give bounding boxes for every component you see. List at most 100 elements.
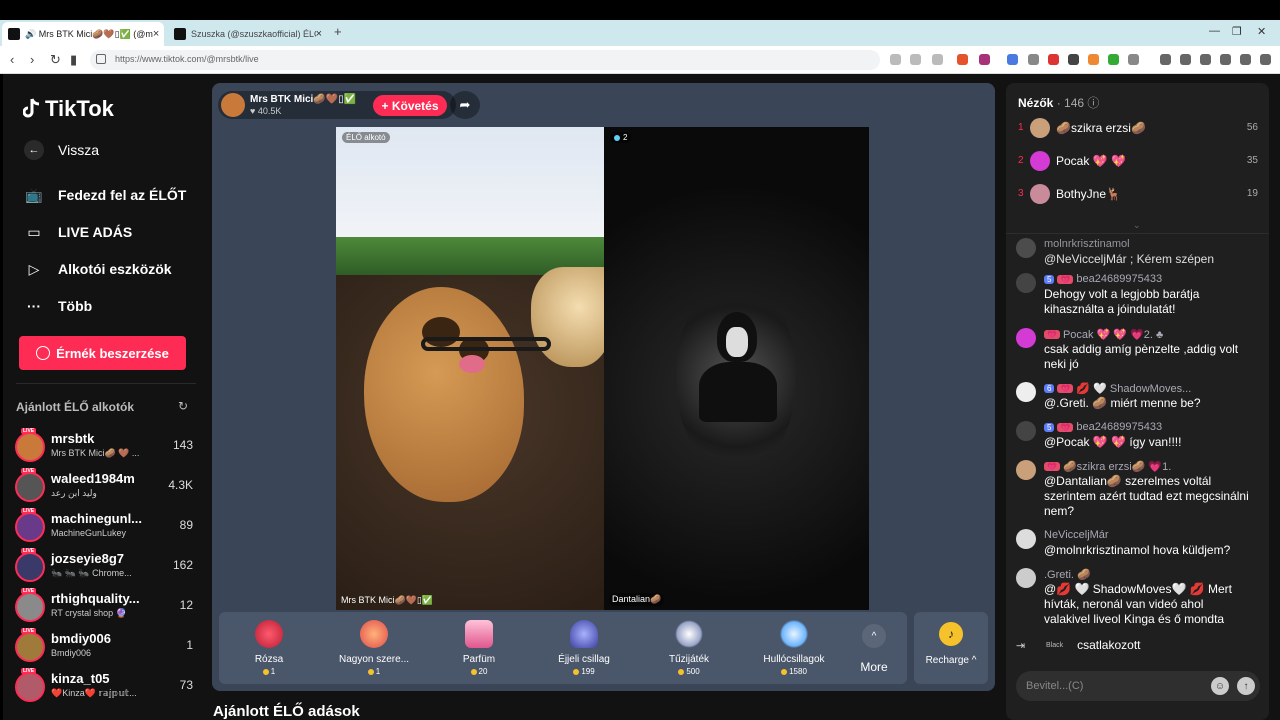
maximize-icon[interactable]: ❐ <box>1232 25 1242 38</box>
viewer-count: 89 <box>179 518 193 532</box>
chevron-down-icon[interactable]: ⌄ <box>1133 220 1141 231</box>
guest-video[interactable]: 2 Dantalian🥔 <box>604 127 869 610</box>
new-tab-button[interactable]: + <box>334 24 342 39</box>
media-icon[interactable] <box>1160 54 1171 65</box>
extension-icon[interactable] <box>1108 54 1119 65</box>
get-coins-button[interactable]: Érmék beszerzése <box>19 336 186 370</box>
live-badge: LIVE <box>21 508 37 514</box>
recharge-button[interactable]: ♪ Recharge ^ <box>914 612 988 684</box>
host-avatar[interactable] <box>221 93 245 117</box>
forward-icon[interactable]: › <box>30 52 34 67</box>
chat-text: @.Greti. 🥔 miért menne be? <box>1044 396 1201 410</box>
zoom-icon[interactable] <box>910 54 921 65</box>
tab-close-icon[interactable]: × <box>316 28 322 40</box>
follow-button[interactable]: + Követés <box>373 95 447 116</box>
top-viewer[interactable]: 3 BothyJne🦌 19 <box>1018 184 1258 206</box>
gift-price-value: 20 <box>478 667 488 676</box>
host-name[interactable]: Mrs BTK Mici🥔🤎▯✅ <box>250 94 356 105</box>
nav-go-live[interactable]: ▭ LIVE ADÁS <box>23 221 132 243</box>
reload-icon[interactable]: ↻ <box>50 52 61 68</box>
gift-fireworks[interactable]: Tűzijáték 500 <box>639 620 739 676</box>
chat-input[interactable]: Bevitel...(C) ☺ ↑ <box>1016 671 1260 701</box>
chat-panel: Nézők · 146 ⓘ 1 🥔szikra erzsi🥔 56 2 Poca… <box>1006 83 1269 720</box>
suggested-creator[interactable]: LIVE rthighquality... RT crystal shop 🔮 … <box>15 588 193 626</box>
extension-icon[interactable] <box>1088 54 1099 65</box>
nav-creator-tools[interactable]: ▷ Alkotói eszközök <box>23 258 172 280</box>
share-icon[interactable] <box>932 54 943 65</box>
creator-nickname: ❤️Kinza❤️ 𝕣𝕒𝕛𝕡𝕦𝕥... <box>51 688 137 698</box>
gift-perfume[interactable]: Parfüm 20 <box>429 620 529 676</box>
url-field[interactable]: https://www.tiktok.com/@mrsbtk/live <box>90 50 880 70</box>
nav-explore-live[interactable]: 📺 Fedezd fel az ÉLŐT <box>23 184 186 206</box>
host-video[interactable]: ÉLŐ alkotó Mrs BTK Mici🥔🤎▯✅ <box>336 127 604 610</box>
suggested-creator[interactable]: LIVE machinegunl... MachineGunLukey 89 <box>15 508 193 546</box>
menu-icon[interactable] <box>1260 54 1271 65</box>
refresh-icon[interactable]: ↻ <box>178 399 188 413</box>
host-info[interactable]: Mrs BTK Mici🥔🤎▯✅ ♥ 40.5K + Követés <box>218 91 456 119</box>
site-info-icon[interactable] <box>96 54 106 64</box>
viewer-rank: 1 <box>1018 122 1024 133</box>
username-text: Pocak 💖 💖 💗2. ♣ <box>1062 329 1164 341</box>
suggested-creator[interactable]: LIVE kinza_t05 ❤️Kinza❤️ 𝕣𝕒𝕛𝕡𝕦𝕥... 73 <box>15 668 193 706</box>
gift-shooting-stars[interactable]: Hullócsillagok 1580 <box>744 620 844 676</box>
gift-rose[interactable]: Rózsa 1 <box>219 620 319 676</box>
coin-icon <box>36 346 51 360</box>
night-star-icon <box>570 620 598 648</box>
user-badge: Black <box>1046 641 1064 649</box>
translate-icon[interactable] <box>890 54 901 65</box>
vpn-icon[interactable] <box>1240 54 1251 65</box>
avatar <box>1016 421 1036 441</box>
coin-icon <box>781 668 788 675</box>
tab-mrsbtk-live[interactable]: 🔊 Mrs BTK Mici🥔🤎▯✅ (@m × <box>2 22 164 46</box>
fan-badge: 💗 <box>1057 422 1074 432</box>
send-icon[interactable]: ↑ <box>1237 677 1255 695</box>
top-viewer[interactable]: 1 🥔szikra erzsi🥔 56 <box>1018 118 1258 140</box>
nav-back[interactable]: ← Vissza <box>23 139 99 161</box>
window-close-icon[interactable]: ✕ <box>1257 25 1266 38</box>
extension-icon[interactable] <box>1128 54 1139 65</box>
viewer-rank: 2 <box>1018 155 1024 166</box>
avatar <box>15 512 45 542</box>
guest-count: 2 <box>623 133 628 142</box>
leo-icon[interactable] <box>1220 54 1231 65</box>
wallet-icon[interactable] <box>1200 54 1211 65</box>
back-icon[interactable]: ‹ <box>10 52 14 67</box>
extension-hls-icon[interactable] <box>1048 54 1059 65</box>
minimize-icon[interactable]: — <box>1209 25 1220 37</box>
share-icon[interactable]: ➦ <box>450 91 480 119</box>
emoji-icon[interactable]: ☺ <box>1211 677 1229 695</box>
brave-rewards-icon[interactable] <box>979 54 990 65</box>
hose-image <box>421 337 551 351</box>
suggested-creator[interactable]: LIVE bmdiy006 Bmdiy006 1 <box>15 628 193 666</box>
viewers-header[interactable]: Nézők · 146 ⓘ <box>1018 94 1099 111</box>
viewer-count: 4.3K <box>168 478 193 492</box>
camera-icon: ▭ <box>27 223 41 240</box>
more-label: More <box>860 660 888 674</box>
gift-night-star[interactable]: Éjjeli csillag 199 <box>534 620 634 676</box>
fan-badge: 💗 <box>1057 384 1074 393</box>
avatar <box>1030 118 1050 138</box>
top-viewer[interactable]: 2 Pocak 💖 💖 35 <box>1018 151 1258 173</box>
extension-icon[interactable] <box>1068 54 1079 65</box>
suggested-creator[interactable]: LIVE waleed1984m وليد ابن رعد 4.3K <box>15 468 193 506</box>
suggested-creator[interactable]: LIVE mrsbtk Mrs BTK Mici🥔 🤎 ... 143 <box>15 428 193 466</box>
more-gifts-button[interactable]: ^ More <box>854 624 894 674</box>
recommended-lives-title: Ajánlott ÉLŐ adások <box>213 703 360 720</box>
info-icon[interactable]: ⓘ <box>1087 96 1099 110</box>
tab-szuszka-live[interactable]: Szuszka (@szuszkaofficial) ÉLŐ adás × <box>168 22 328 46</box>
gift-love-you-so-much[interactable]: Nagyon szere... 1 <box>324 620 424 676</box>
avatar <box>15 472 45 502</box>
back-arrow-icon: ← <box>23 139 45 161</box>
nav-more[interactable]: ··· Több <box>23 295 92 317</box>
extension-translate-icon[interactable] <box>1007 54 1018 65</box>
suggested-creator[interactable]: LIVE jozseyie8g7 🐜 🐜 🐜 Chrome... 162 <box>15 548 193 586</box>
chat-username: 💗 🥔szikra erzsi🥔 💗1. <box>1044 460 1171 473</box>
more-dots-icon: ··· <box>27 298 41 314</box>
creator-name: bmdiy006 <box>51 631 111 646</box>
bookmark-icon[interactable]: ▮ <box>70 52 77 68</box>
sidebar-icon[interactable] <box>1180 54 1191 65</box>
brave-shield-icon[interactable] <box>957 54 968 65</box>
tab-close-icon[interactable]: × <box>153 28 159 40</box>
tiktok-logo[interactable]: TikTok <box>22 96 114 122</box>
extension-icon[interactable] <box>1028 54 1039 65</box>
